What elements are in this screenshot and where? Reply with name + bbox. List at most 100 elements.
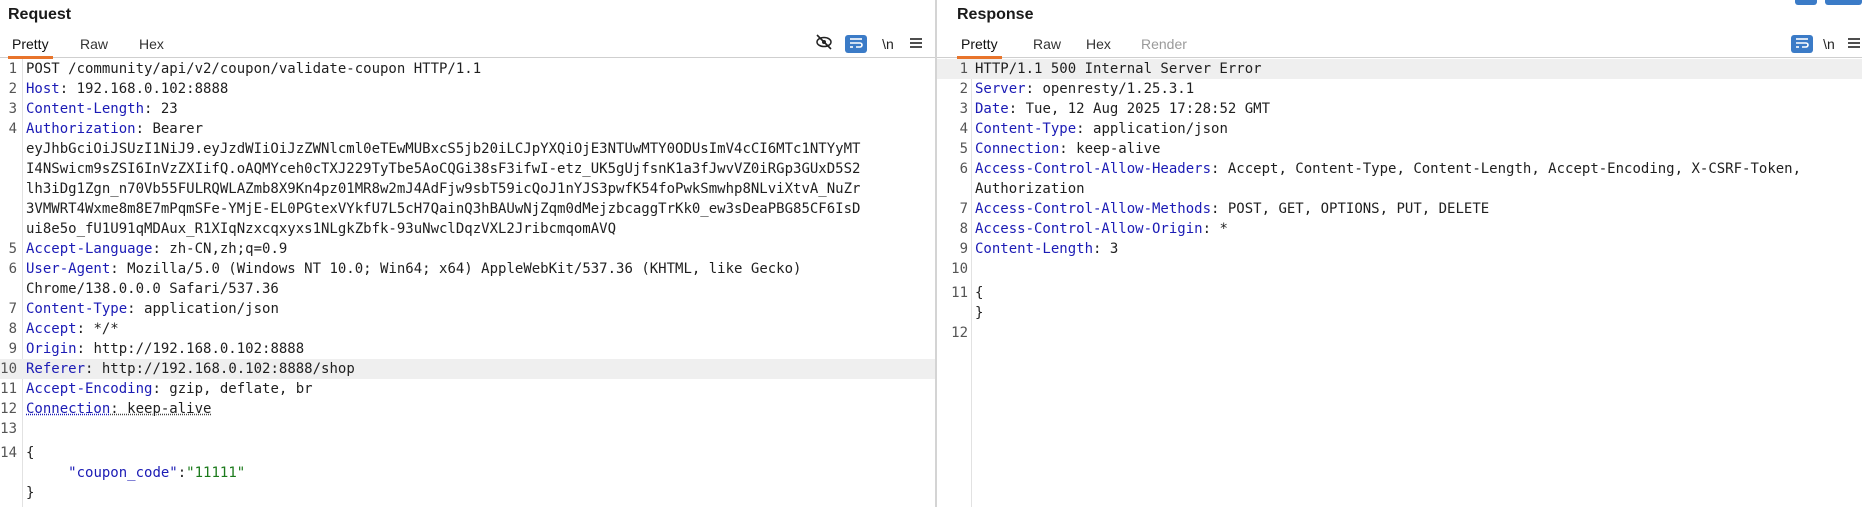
request-line: POST /community/api/v2/coupon/validate-c… [26, 61, 482, 77]
request-title: Request [8, 6, 72, 23]
json-brace: { [26, 445, 35, 461]
token-line: ui8e5o_fU1U91qMDAux_R1XIqNzxcqxyxs1NLgkZ… [26, 221, 617, 237]
token-line: 3VMWRT4Wxme8m8E7mPqmSFe-YMjE-EL0PGtexVYk… [26, 201, 861, 217]
response-tab-render[interactable]: Render [1137, 34, 1191, 56]
request-tab-raw[interactable]: Raw [76, 34, 112, 56]
header-name: Content-Length [975, 241, 1094, 257]
header-value-cont: Authorization [975, 181, 1085, 197]
code-line: 2 Host: 192.168.0.102:8888 [8, 81, 229, 97]
json-brace: } [975, 305, 984, 321]
token-line: eyJhbGciOiJSUzI1NiJ9.eyJzdWIiOiJzZWNlcml… [26, 141, 861, 157]
header-name: Accept-Encoding [26, 381, 153, 397]
code-line: 11{ [951, 285, 984, 301]
code-line: 6 User-Agent: Mozilla/5.0 (Windows NT 10.… [8, 261, 802, 277]
code-line: 14{ [0, 445, 35, 461]
header-value: Accept, Content-Type, Content-Length, Ac… [1219, 161, 1802, 177]
menu-icon[interactable] [1843, 34, 1862, 54]
header-value: Bearer [144, 121, 204, 137]
code-line-wrap: Chrome/138.0.0.0 Safari/537.36 [0, 279, 935, 299]
code-line-wrap: } [937, 303, 1862, 323]
json-key: "coupon_code" [68, 465, 178, 481]
code-line: 9 Origin: http://192.168.0.102:8888 [8, 341, 305, 357]
header-name: Connection [26, 401, 111, 417]
code-line-highlighted: 1 HTTP/1.1 500 Internal Server Error [937, 59, 1862, 79]
code-line-wrap: eyJhbGciOiJSUzI1NiJ9.eyJzdWIiOiJzZWNlcml… [0, 139, 935, 159]
code-line: 3 Content-Length: 23 [8, 101, 178, 117]
header-name: Host [26, 81, 60, 97]
header-value: * [1211, 221, 1228, 237]
header-name: Access-Control-Allow-Methods [975, 201, 1212, 217]
header-value: Tue, 12 Aug 2025 17:28:52 GMT [1017, 101, 1271, 117]
word-wrap-icon[interactable] [1791, 35, 1813, 53]
code-line: 8 Access-Control-Allow-Origin: * [959, 221, 1228, 237]
header-value: application/json [1084, 121, 1228, 137]
code-line: 3 Date: Tue, 12 Aug 2025 17:28:52 GMT [959, 101, 1271, 117]
code-line: 5 Connection: keep-alive [959, 141, 1161, 157]
newline-toggle[interactable]: \n [877, 34, 899, 54]
response-tab-hex[interactable]: Hex [1082, 34, 1115, 56]
eye-off-icon[interactable] [813, 34, 835, 54]
code-line: 13 [0, 421, 17, 437]
code-line: 4 Authorization: Bearer [8, 121, 204, 137]
request-tab-pretty[interactable]: Pretty [8, 34, 53, 59]
code-line-wrap: "coupon_code":"11111" [68, 465, 246, 481]
response-editor[interactable]: 1 HTTP/1.1 500 Internal Server Error 2 Ser… [937, 59, 1862, 507]
code-line: 12 Connection: keep-alive [0, 401, 212, 417]
json-value: "11111" [186, 465, 246, 481]
header-value: gzip, deflate, br [160, 381, 313, 397]
response-tab-raw[interactable]: Raw [1029, 34, 1065, 56]
code-line-wrap: } [0, 483, 935, 503]
header-name: Accept [26, 321, 77, 337]
code-line: 10 [951, 261, 968, 277]
request-editor[interactable]: 1 POST /community/api/v2/coupon/validate-… [0, 59, 935, 507]
header-value: 192.168.0.102:8888 [68, 81, 229, 97]
code-line: 6 Access-Control-Allow-Headers: Accept, C… [959, 161, 1802, 177]
response-tab-pretty[interactable]: Pretty [957, 34, 1002, 59]
header-value: openresty/1.25.3.1 [1034, 81, 1195, 97]
header-name: Authorization [26, 121, 136, 137]
token-line: I4NSwicm9sZSI6InVzZXIifQ.oAQMYceh0cTXJ22… [26, 161, 861, 177]
code-line-wrap: Authorization [937, 179, 1862, 199]
header-value: keep-alive [118, 401, 212, 417]
code-line-wrap: 3VMWRT4Wxme8m8E7mPqmSFe-YMjE-EL0PGtexVYk… [0, 199, 935, 219]
header-value: 23 [152, 101, 178, 117]
header-name: Referer [26, 361, 86, 377]
header-name: Origin [26, 341, 77, 357]
status-line: HTTP/1.1 500 Internal Server Error [975, 61, 1262, 77]
layout-button[interactable] [1825, 0, 1862, 5]
request-tab-hex[interactable]: Hex [135, 34, 168, 56]
json-brace: { [975, 285, 984, 301]
code-line: 5 Accept-Language: zh-CN,zh;q=0.9 [8, 241, 288, 257]
code-line: 12 [951, 325, 968, 341]
menu-icon[interactable] [905, 34, 927, 54]
token-line: lh3iDg1Zgn_n70Vb55FULRQWLAZmb8X9Kn4pz01M… [26, 181, 861, 197]
header-value: application/json [135, 301, 279, 317]
header-name: User-Agent [26, 261, 111, 277]
header-value: zh-CN,zh;q=0.9 [160, 241, 288, 257]
header-name: Content-Length [26, 101, 145, 117]
code-line: 9 Content-Length: 3 [959, 241, 1119, 257]
header-name: Accept-Language [26, 241, 153, 257]
header-name: Date [975, 101, 1009, 117]
code-line: 8 Accept: */* [8, 321, 119, 337]
response-pane: Response Pretty Raw Hex Render \n 1 HTTP/… [937, 0, 1862, 507]
header-name: Content-Type [26, 301, 128, 317]
header-name: Connection [975, 141, 1060, 157]
header-value: Mozilla/5.0 (Windows NT 10.0; Win64; x64… [118, 261, 802, 277]
header-name: Access-Control-Allow-Headers [975, 161, 1212, 177]
request-pane: Request Pretty Raw Hex \n 1 POST /communi… [0, 0, 935, 507]
code-line-wrap: lh3iDg1Zgn_n70Vb55FULRQWLAZmb8X9Kn4pz01M… [0, 179, 935, 199]
response-tabbar: Pretty Raw Hex Render \n [937, 31, 1862, 59]
newline-toggle[interactable]: \n [1818, 34, 1840, 54]
word-wrap-icon[interactable] [845, 35, 867, 53]
code-line: 1 POST /community/api/v2/coupon/validate-… [8, 61, 482, 77]
layout-button[interactable] [1795, 0, 1817, 5]
code-line-wrap: ui8e5o_fU1U91qMDAux_R1XIqNzxcqxyxs1NLgkZ… [0, 219, 935, 239]
header-name: Content-Type [975, 121, 1077, 137]
response-title: Response [957, 6, 1034, 23]
header-name: Access-Control-Allow-Origin [975, 221, 1203, 237]
header-value: keep-alive [1067, 141, 1161, 157]
header-value: */* [85, 321, 119, 337]
header-value: http://192.168.0.102:8888/shop [93, 361, 355, 377]
header-value: http://192.168.0.102:8888 [85, 341, 305, 357]
